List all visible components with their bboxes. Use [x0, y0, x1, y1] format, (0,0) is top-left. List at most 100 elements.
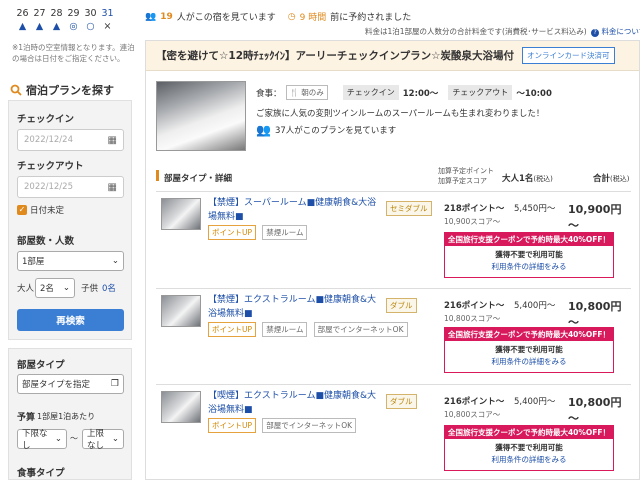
room-row: 【禁煙】エクストラルーム■健康朝食&大浴場無料■ ダブル ポイントUP 禁煙ルー… — [156, 288, 631, 382]
tag-point-up: ポイントUP — [208, 225, 257, 240]
date-undecided-label: 日付未定 — [30, 206, 65, 216]
calendar-day[interactable]: 27 — [31, 8, 48, 19]
chevron-down-icon: ⌄ — [111, 434, 119, 444]
budget-min-value: 下限なし — [22, 429, 48, 451]
coupon-box[interactable]: 全国旅行支援クーポンで予約時最大40%OFF！ 獲得不要で利用可能 利用条件の詳… — [444, 232, 614, 278]
coupon-title: 全国旅行支援クーポンで予約時最大40%OFF！ — [445, 233, 613, 246]
room-total-price: 10,900円～ — [568, 203, 622, 232]
calendar-day[interactable]: 30 — [82, 8, 99, 19]
coupon-title: 全国旅行支援クーポンで予約時最大40%OFF！ — [445, 328, 613, 341]
room-points: 216ポイント～ — [444, 301, 505, 311]
room-bed-type: ダブル — [386, 394, 417, 409]
tag-point-up: ポイントUP — [208, 418, 257, 433]
room-total-price: 10,800円～ — [568, 300, 622, 329]
coupon-no-acquire: 獲得不要で利用可能 — [495, 345, 563, 354]
plan-card: 【密を避けて☆12時ﾁｪｯｸｲﾝ】アーリーチェックインプラン☆炭酸泉大浴場付 オ… — [145, 40, 640, 480]
online-payment-badge: オンラインカード決済可 — [522, 47, 615, 64]
tag-point-up: ポイントUP — [208, 322, 257, 337]
plan-description: ご家族に人気の変則ツインルームのスーパールームも生まれ変わりました！ — [256, 109, 545, 119]
viewers-text: 人がこの宿を見ています — [176, 13, 276, 23]
room-price-adult: 5,450円～ — [514, 204, 556, 214]
coupon-box[interactable]: 全国旅行支援クーポンで予約時最大40%OFF！ 獲得不要で利用可能 利用条件の詳… — [444, 327, 614, 373]
meal-icon: 🍴 — [289, 88, 299, 97]
rooms-select[interactable]: 1部屋 ⌄ — [17, 251, 124, 271]
room-thumbnail[interactable] — [161, 391, 201, 423]
room-price-adult: 5,400円～ — [514, 301, 556, 311]
copy-icon: ❐ — [110, 379, 119, 389]
availability-mark[interactable]: ▲ — [48, 21, 65, 32]
room-name-link[interactable]: 【禁煙】エクストラルーム■健康朝食&大浴場無料■ — [208, 293, 378, 321]
budget-range-separator: 〜 — [70, 434, 78, 443]
children-link[interactable]: 0名 — [102, 282, 116, 294]
checkin-date-input[interactable]: 2022/12/24 ▦ — [17, 129, 124, 151]
research-button[interactable]: 再検索 — [17, 309, 124, 331]
col-adult1-text: 大人1名 — [502, 174, 534, 184]
question-icon: ? — [591, 29, 600, 37]
calendar-icon: ▦ — [107, 134, 117, 146]
rooms-label: 部屋数・人数 — [17, 236, 75, 247]
coupon-details-link[interactable]: 利用条件の詳細をみる — [445, 454, 613, 465]
checkout-date-input[interactable]: 2022/12/25 ▦ — [17, 176, 124, 198]
room-name-link[interactable]: 【禁煙】スーパールーム■健康朝食&大浴場無料■ — [208, 196, 378, 224]
col-total-text: 合計 — [593, 174, 611, 184]
plan-photo[interactable] — [156, 81, 246, 151]
coupon-details-link[interactable]: 利用条件の詳細をみる — [445, 261, 613, 272]
checkout-time-label: チェックアウト — [448, 85, 513, 100]
checkout-label: チェックアウト — [17, 161, 84, 172]
coupon-box[interactable]: 全国旅行支援クーポンで予約時最大40%OFF！ 獲得不要で利用可能 利用条件の詳… — [444, 425, 614, 471]
room-score: 10,800スコア～ — [444, 314, 501, 323]
room-tags: ポイントUP 禁煙ルーム 部屋でインターネットOK — [208, 322, 411, 337]
calendar-day[interactable]: 31 — [99, 8, 116, 19]
availability-mark[interactable]: ▲ — [31, 21, 48, 32]
rooms-select-value: 1部屋 — [22, 257, 45, 267]
adults-select[interactable]: 2名 ⌄ — [35, 278, 75, 298]
plan-title[interactable]: 【密を避けて☆12時ﾁｪｯｸｲﾝ】アーリーチェックインプラン☆炭酸泉大浴場付 — [156, 48, 514, 63]
availability-mark[interactable]: ○ — [82, 21, 99, 32]
room-type-select[interactable]: 部屋タイプを指定 ❐ — [17, 374, 124, 394]
calendar-day[interactable]: 26 — [14, 8, 31, 19]
room-name-link[interactable]: 【喫煙】エクストラルーム■健康朝食&大浴場無料■ — [208, 389, 378, 417]
availability-mark[interactable]: ▲ — [14, 21, 31, 32]
meal-tag: 🍴 朝のみ — [285, 85, 328, 100]
checkin-time-value: 12:00～ — [402, 88, 439, 99]
tag-internet: 部屋でインターネットOK — [313, 322, 408, 337]
room-tags: ポイントUP 部屋でインターネットOK — [208, 418, 359, 433]
booked-text: 前に予約されました — [330, 13, 412, 23]
adults-select-value: 2名 — [40, 284, 54, 294]
room-thumbnail[interactable] — [161, 198, 201, 230]
budget-max-select[interactable]: 上限なし ⌄ — [82, 429, 124, 451]
checkbox-checked-icon: ✓ — [17, 205, 27, 215]
search-panel: チェックイン 2022/12/24 ▦ チェックアウト 2022/12/25 ▦… — [8, 100, 132, 340]
col-adult1-tax: (税込) — [533, 175, 553, 183]
room-thumbnail[interactable] — [161, 295, 201, 327]
availability-mark[interactable]: ◎ — [65, 21, 82, 32]
room-row: 【喫煙】エクストラルーム■健康朝食&大浴場無料■ ダブル ポイントUP 部屋でイ… — [156, 384, 631, 480]
checkout-date-value: 2022/12/25 — [24, 182, 73, 192]
tag-nonsmoking: 禁煙ルーム — [262, 322, 308, 337]
price-info-link[interactable]: 料金について — [601, 27, 640, 36]
room-score: 10,900スコア～ — [444, 217, 501, 226]
adults-label: 大人 — [17, 284, 35, 294]
plan-meta: 食事： 🍴 朝のみ チェックイン 12:00～ チェックアウト ～10:00 — [256, 85, 552, 100]
checkin-time-label: チェックイン — [342, 85, 399, 100]
room-total-price: 10,800円～ — [568, 396, 622, 425]
chevron-down-icon: ⌄ — [111, 256, 119, 266]
room-score: 10,800スコア～ — [444, 410, 501, 419]
col-room: 部屋タイプ・詳細 — [164, 174, 233, 184]
col-total-tax: (税込) — [610, 175, 630, 183]
header-accent — [156, 170, 159, 181]
calendar-day[interactable]: 29 — [65, 8, 82, 19]
calendar-availability: ▲ ▲ ▲ ◎ ○ × — [14, 21, 116, 32]
budget-subtitle: 1部屋1泊あたり — [37, 412, 96, 421]
calendar-days: 26 27 28 29 30 31 — [14, 8, 116, 19]
left-sidebar: 26 27 28 29 30 31 ▲ ▲ ▲ ◎ ○ × ※1泊時の空室情報と… — [0, 0, 140, 480]
budget-min-select[interactable]: 下限なし ⌄ — [17, 429, 67, 451]
calendar-day[interactable]: 28 — [48, 8, 65, 19]
date-undecided-checkbox[interactable]: ✓ 日付未定 — [17, 204, 64, 216]
clock-icon: ◷ — [287, 11, 296, 22]
checkin-date-value: 2022/12/24 — [24, 135, 73, 145]
room-tags: ポイントUP 禁煙ルーム — [208, 225, 310, 240]
coupon-details-link[interactable]: 利用条件の詳細をみる — [445, 356, 613, 367]
room-type-select-value: 部屋タイプを指定 — [22, 380, 91, 390]
calendar-note: ※1泊時の空室情報となります。連泊の場合は日付をご指定ください。 — [12, 43, 135, 63]
